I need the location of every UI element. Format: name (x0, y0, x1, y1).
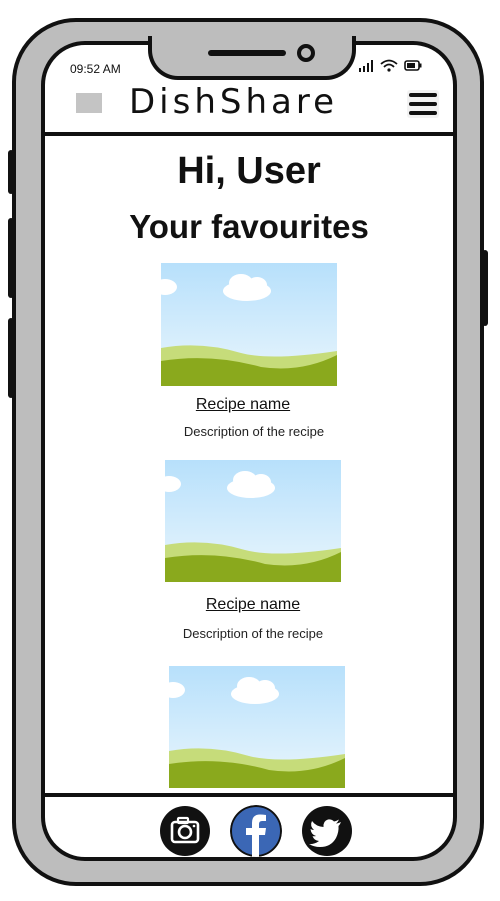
greeting-heading: Hi, User (177, 150, 321, 192)
logo-placeholder-icon[interactable] (76, 93, 102, 113)
signal-icon (359, 59, 373, 72)
landscape-placeholder-icon[interactable] (169, 666, 345, 788)
notch (148, 36, 356, 80)
landscape-placeholder-icon[interactable] (161, 263, 337, 386)
side-button-left-1 (8, 150, 14, 194)
side-button-right (482, 250, 488, 326)
hamburger-menu-icon[interactable] (407, 90, 439, 118)
side-button-left-2 (8, 218, 14, 298)
battery-icon (404, 60, 422, 71)
front-camera (297, 44, 315, 62)
wifi-icon (380, 59, 398, 72)
status-icons (358, 59, 422, 72)
landscape-placeholder-icon[interactable] (165, 460, 341, 582)
recipe-description: Description of the recipe (183, 424, 325, 439)
recipe-name-link[interactable]: Recipe name (143, 396, 343, 414)
recipe-description: Description of the recipe (182, 626, 324, 641)
app-mockup: 09:52 AM DishShare Hi, User Your favouri… (0, 0, 500, 901)
instagram-icon[interactable] (159, 805, 211, 857)
status-time: 09:52 AM (70, 62, 121, 76)
twitter-icon[interactable] (301, 805, 353, 857)
recipe-name-link[interactable]: Recipe name (153, 596, 353, 614)
favourites-heading: Your favourites (129, 208, 369, 245)
side-button-left-3 (8, 318, 14, 398)
facebook-icon[interactable] (230, 805, 282, 857)
brand-title[interactable]: DishShare (129, 82, 338, 122)
footer-divider (45, 793, 453, 797)
app-header: DishShare (45, 80, 453, 136)
speaker-grille (208, 50, 286, 56)
